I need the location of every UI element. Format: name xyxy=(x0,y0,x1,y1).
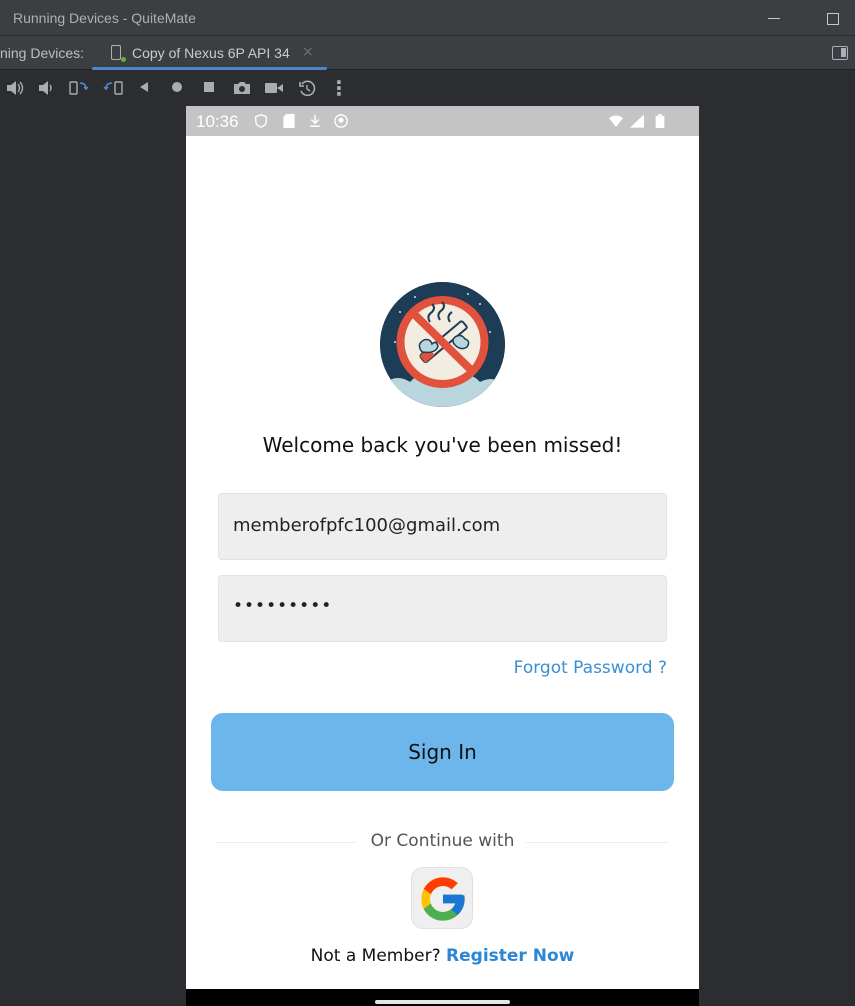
layout-icon[interactable] xyxy=(832,46,848,60)
not-member-label: Not a Member? xyxy=(310,946,441,966)
device-tabbar: ning Devices: Copy of Nexus 6P API 34 × xyxy=(0,36,855,70)
more-icon[interactable]: ⋮ xyxy=(327,76,351,100)
battery-icon xyxy=(655,114,665,128)
emulator-toolbar: ⋮ xyxy=(0,70,855,106)
welcome-heading: Welcome back you've been missed! xyxy=(262,433,623,457)
sign-in-button[interactable]: Sign In xyxy=(211,713,674,791)
register-now-link[interactable]: Register Now xyxy=(446,946,574,966)
shield-icon xyxy=(255,114,267,128)
screenshot-icon[interactable] xyxy=(230,76,254,100)
divider-right xyxy=(526,842,669,843)
email-field[interactable]: memberofpfc100@gmail.com xyxy=(218,493,667,560)
google-icon xyxy=(421,877,465,921)
rotate-right-icon[interactable] xyxy=(101,76,125,100)
signal-icon xyxy=(630,114,644,128)
wifi-icon xyxy=(609,115,623,127)
home-gesture-handle[interactable] xyxy=(375,1000,510,1004)
navigation-bar xyxy=(186,989,699,1006)
minimize-icon[interactable] xyxy=(764,8,784,28)
password-field[interactable]: ••••••••• xyxy=(218,575,667,642)
rotate-left-icon[interactable] xyxy=(67,76,91,100)
status-bar: 10:36 xyxy=(186,106,699,136)
register-prompt: Not a Member? Register Now xyxy=(186,946,699,966)
status-time: 10:36 xyxy=(196,112,239,131)
email-value: memberofpfc100@gmail.com xyxy=(233,515,501,536)
overview-icon[interactable] xyxy=(197,76,221,100)
device-icon xyxy=(111,45,126,62)
sd-card-icon xyxy=(283,114,295,128)
tab-device[interactable]: Copy of Nexus 6P API 34 × xyxy=(92,36,327,70)
password-value: ••••••••• xyxy=(233,596,333,616)
volume-down-icon[interactable] xyxy=(35,76,59,100)
home-icon[interactable] xyxy=(165,76,189,100)
volume-up-icon[interactable] xyxy=(3,76,27,100)
maximize-icon[interactable] xyxy=(822,8,842,28)
forgot-password-link[interactable]: Forgot Password ? xyxy=(514,658,667,678)
window-titlebar: Running Devices - QuiteMate xyxy=(0,0,855,36)
snapshot-icon[interactable] xyxy=(295,76,319,100)
close-icon[interactable]: × xyxy=(302,44,314,60)
or-continue-label: Or Continue with xyxy=(370,831,515,851)
app-notification-icon xyxy=(334,114,348,128)
tab-label: Copy of Nexus 6P API 34 xyxy=(132,45,290,61)
screen-record-icon[interactable] xyxy=(262,76,286,100)
device-screen: 10:36 Welcome back you've been missed! m… xyxy=(186,106,699,1006)
app-logo xyxy=(380,282,505,407)
download-icon xyxy=(310,114,320,127)
running-devices-label: ning Devices: xyxy=(0,45,85,61)
google-sign-in-button[interactable] xyxy=(411,867,473,929)
window-title: Running Devices - QuiteMate xyxy=(13,10,196,26)
back-icon[interactable] xyxy=(132,76,156,100)
